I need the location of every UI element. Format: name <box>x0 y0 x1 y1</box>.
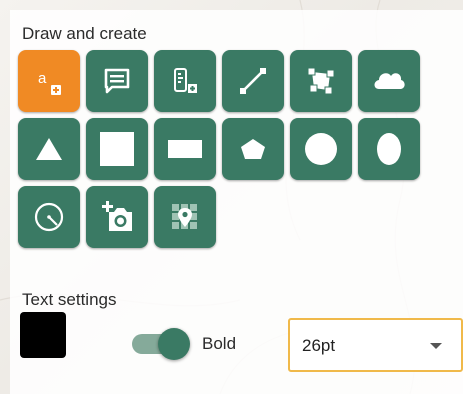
line-tool-button[interactable] <box>222 50 284 112</box>
bold-toggle-knob <box>158 328 190 360</box>
circle-icon <box>301 129 341 169</box>
pentagon-icon <box>235 131 271 167</box>
svg-text:a: a <box>38 70 47 87</box>
rectangle-icon <box>165 129 205 169</box>
ellipse-tool-button[interactable] <box>358 118 420 180</box>
radius-tool-button[interactable] <box>18 186 80 248</box>
add-photo-icon <box>97 197 137 237</box>
callout-tool-button[interactable] <box>86 50 148 112</box>
map-marker-grid-icon <box>167 199 203 235</box>
cloud-tool-button[interactable] <box>358 50 420 112</box>
font-size-value: 26pt <box>302 336 336 355</box>
bold-toggle[interactable] <box>130 328 192 360</box>
map-grid-tool-button[interactable] <box>154 186 216 248</box>
text-color-swatch[interactable] <box>20 312 66 358</box>
polygon-icon <box>303 63 339 99</box>
polygon-tool-button[interactable] <box>290 50 352 112</box>
text-settings-title: Text settings <box>22 290 117 309</box>
circle-tool-button[interactable] <box>290 118 352 180</box>
label-tool-button[interactable] <box>154 50 216 112</box>
cloud-icon <box>369 63 409 99</box>
square-tool-button[interactable] <box>86 118 148 180</box>
font-size-select[interactable]: 26pt <box>288 318 463 372</box>
triangle-tool-button[interactable] <box>18 118 80 180</box>
draw-section-title: Draw and create <box>22 24 147 43</box>
radius-icon <box>31 199 67 235</box>
callout-icon <box>99 63 135 99</box>
text-tool-button[interactable]: a <box>18 50 80 112</box>
pentagon-tool-button[interactable] <box>222 118 284 180</box>
line-icon <box>235 63 271 99</box>
bold-label: Bold <box>202 334 237 353</box>
rectangle-tool-button[interactable] <box>154 118 216 180</box>
text-tool-icon: a <box>29 61 69 101</box>
label-icon <box>167 63 203 99</box>
chevron-down-icon <box>430 343 442 349</box>
ellipse-icon <box>369 129 409 169</box>
triangle-icon <box>31 131 67 167</box>
square-icon <box>97 129 137 169</box>
photo-tool-button[interactable] <box>86 186 148 248</box>
